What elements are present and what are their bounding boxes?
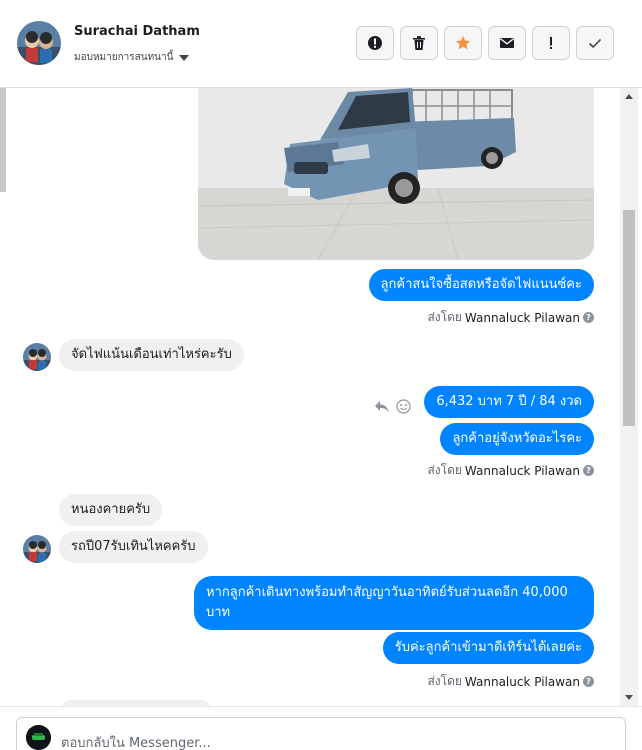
sent-by-agent-name[interactable]: Wannaluck Pilawan — [465, 464, 580, 478]
conversation-header: Surachai Datham มอบหมายการสนทนานี้ — [0, 0, 642, 88]
message-bubble-outgoing[interactable]: รับค่ะลูกค้าเข้ามาดีเทิร์นได้เลยค่ะ — [382, 632, 594, 664]
star-button[interactable] — [444, 26, 482, 60]
scrollbar-thumb[interactable] — [623, 210, 635, 426]
reply-icon[interactable] — [374, 399, 390, 418]
mark-unread-button[interactable] — [488, 26, 526, 60]
sent-by-line: ส่งโดย Wannaluck Pilawan ? — [427, 461, 594, 480]
help-icon[interactable]: ? — [583, 465, 594, 476]
star-icon — [456, 36, 470, 50]
message-text-line: หากลูกค้าเดินทางพร้อมทำสัญญาวันอาทิตย์รั… — [206, 585, 568, 600]
assign-conversation-dropdown[interactable]: มอบหมายการสนทนานี้ — [74, 50, 190, 65]
contact-avatar-small[interactable] — [23, 535, 51, 563]
sent-by-agent-name[interactable]: Wannaluck Pilawan — [465, 675, 580, 689]
sent-by-line: ส่งโดย Wannaluck Pilawan ? — [427, 672, 594, 691]
message-bubble-outgoing[interactable]: ลูกค้าสนใจซื้อสดหรือจัดไฟแนนซ์คะ — [368, 269, 594, 301]
checkmark-icon — [588, 38, 602, 49]
page-avatar — [26, 725, 51, 750]
scroll-down-arrow-icon[interactable] — [625, 695, 633, 700]
envelope-icon — [500, 38, 514, 48]
assign-conversation-label: มอบหมายการสนทนานี้ — [74, 52, 174, 63]
react-emoji-icon[interactable] — [396, 399, 411, 418]
sent-by-prefix: ส่งโดย — [427, 674, 462, 688]
message-bubble-outgoing[interactable]: หากลูกค้าเดินทางพร้อมทำสัญญาวันอาทิตย์รั… — [194, 576, 594, 630]
sent-by-agent-name[interactable]: Wannaluck Pilawan — [465, 311, 580, 325]
sent-by-line: ส่งโดย Wannaluck Pilawan ? — [427, 308, 594, 327]
shared-photo-pickup-truck[interactable] — [198, 88, 594, 260]
help-icon[interactable]: ? — [583, 676, 594, 687]
contact-avatar-small[interactable] — [23, 343, 51, 371]
thread-scrollbar[interactable] — [620, 88, 638, 706]
help-icon[interactable]: ? — [583, 312, 594, 323]
delete-button[interactable] — [400, 26, 438, 60]
scroll-up-arrow-icon[interactable] — [625, 94, 633, 99]
reply-input-box[interactable]: ตอบกลับใน Messenger... — [16, 717, 626, 750]
reply-composer: ตอบกลับใน Messenger... — [0, 706, 642, 750]
message-thread[interactable]: ลูกค้าสนใจซื้อสดหรือจัดไฟแนนซ์คะ ส่งโดย … — [6, 88, 620, 706]
contact-avatar[interactable] — [17, 21, 61, 65]
message-text-line: บาท — [206, 605, 231, 620]
message-bubble-incoming[interactable]: จัดไฟแน้นเดือนเท่าไหร่คะรับ — [59, 339, 244, 371]
spam-button[interactable] — [356, 26, 394, 60]
conversation-actions — [356, 26, 614, 60]
sent-by-prefix: ส่งโดย — [427, 310, 462, 324]
message-bubble-outgoing[interactable]: ลูกค้าอยู่จังหวัดอะไรคะ — [440, 423, 594, 455]
reply-input[interactable]: ตอบกลับใน Messenger... — [61, 732, 211, 750]
message-bubble-incoming[interactable]: รถปี07รับเทินไหคครับ — [59, 531, 208, 563]
follow-up-button[interactable] — [532, 26, 570, 60]
contact-name[interactable]: Surachai Datham — [74, 24, 200, 39]
sent-by-prefix: ส่งโดย — [427, 463, 462, 477]
message-bubble-incoming[interactable]: หนองคายครับ — [59, 494, 163, 526]
trash-icon — [413, 36, 425, 50]
alert-circle-icon — [368, 36, 382, 50]
done-button[interactable] — [576, 26, 614, 60]
exclamation-icon — [550, 37, 552, 49]
caret-down-icon — [179, 54, 190, 61]
message-bubble-outgoing[interactable]: 6,432 บาท 7 ปี / 84 งวด — [424, 386, 594, 418]
